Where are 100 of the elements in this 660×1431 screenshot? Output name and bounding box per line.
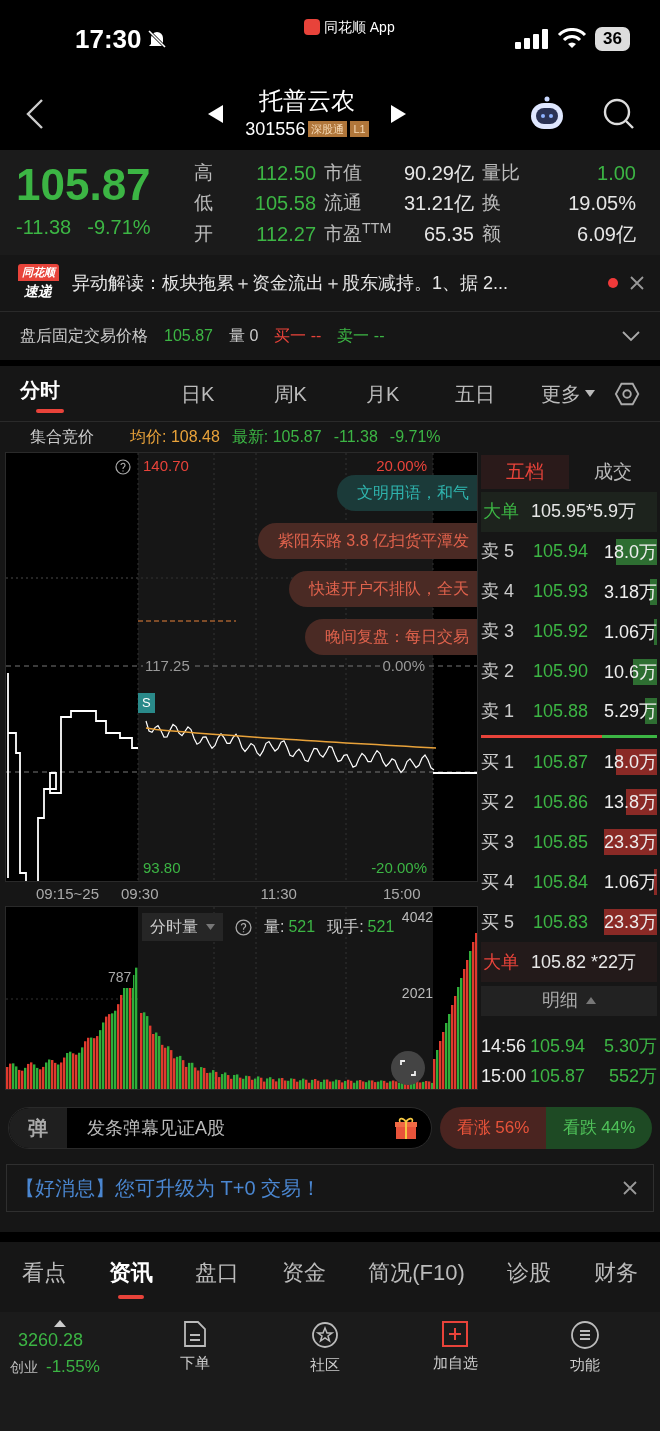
stat-value: 6.09亿: [576, 221, 637, 247]
stock-name: 托普云农: [259, 85, 355, 116]
chart-tab[interactable]: 五日: [428, 365, 522, 422]
index-change: -1.55%: [46, 1356, 100, 1378]
volume-value: 521: [288, 917, 316, 937]
last-price: 105.87: [16, 159, 152, 211]
level-volume: 23.3万: [603, 829, 657, 856]
section-tab[interactable]: 财务: [593, 1255, 638, 1299]
level-volume: 10.6万: [603, 658, 657, 685]
stat-value: 1.00: [596, 161, 637, 186]
level-price: 105.86: [533, 790, 590, 814]
chart-tab[interactable]: 日K: [151, 365, 244, 422]
auction-label: 集合竞价: [30, 427, 94, 447]
comment-bubble: 快速开户不排队，全天: [289, 571, 477, 607]
level-label: 买 1: [481, 750, 515, 774]
battery-icon: 36: [595, 27, 630, 51]
comment-field[interactable]: 弹 发条弹幕见证A股: [8, 1107, 432, 1149]
nav-item[interactable]: 社区: [260, 1320, 390, 1377]
stock-code: 301556: [245, 117, 306, 141]
axis-label: 93.80: [143, 857, 181, 878]
level-price: 105.93: [533, 580, 590, 604]
stat-label: 高: [194, 161, 214, 185]
level-price: 105.90: [533, 660, 590, 684]
big-order-label: 大单: [482, 950, 520, 974]
section-tab[interactable]: 资讯: [108, 1255, 153, 1299]
level-price: 105.88: [533, 700, 590, 723]
bullish-button[interactable]: 看涨 56%: [440, 1107, 546, 1149]
chart-tab[interactable]: 月K: [336, 365, 429, 422]
stat-value: 65.35: [422, 221, 475, 247]
level-volume: 18.0万: [603, 538, 657, 565]
level-volume: 1.06万: [603, 869, 657, 896]
comment-bubble: 晚间复盘：每日交易: [305, 619, 477, 655]
trade-price: 105.94: [530, 1035, 586, 1059]
stat-label: 市值: [324, 161, 363, 185]
axis-label: 2021: [401, 984, 433, 1003]
level-price: 105.94: [533, 540, 590, 564]
nav-item[interactable]: 加自选: [390, 1320, 520, 1375]
time-label: 11:30: [260, 883, 297, 904]
section-tab[interactable]: 简况(F10): [368, 1255, 465, 1299]
trade-volume: 552万: [608, 1065, 657, 1089]
stat-label: 流通: [324, 191, 363, 216]
stat-value: 90.29亿: [402, 161, 475, 186]
stat-label: 量比: [482, 161, 521, 185]
level-price: 105.87: [533, 750, 590, 774]
stock-tag: L1: [350, 120, 369, 138]
time-label: 09:30: [121, 883, 159, 904]
stat-value: 105.58: [253, 191, 317, 217]
level-label: 卖 1: [481, 700, 515, 723]
danmaku-toggle[interactable]: 弹: [9, 1108, 67, 1148]
nav-item[interactable]: 下单: [130, 1320, 260, 1375]
stat-label: 额: [482, 221, 502, 246]
chart-tab[interactable]: 更多: [521, 365, 614, 422]
comment-bubble: 文明用语，和气: [337, 475, 477, 511]
latest-change-percent: -9.71%: [389, 427, 441, 447]
sell-marker: S: [138, 693, 155, 713]
level-volume: 13.8万: [603, 789, 657, 816]
stat-label: 换: [482, 191, 502, 216]
time-label: 09:15~25: [36, 883, 99, 904]
level-label: 买 3: [481, 830, 515, 854]
section-tab[interactable]: 资金: [281, 1255, 326, 1299]
level-label: 卖 5: [481, 540, 515, 564]
stat-label: 低: [194, 191, 214, 216]
level-label: 卖 3: [481, 620, 515, 644]
level-label: 卖 4: [481, 580, 515, 604]
price-change-percent: -9.71%: [87, 215, 151, 240]
clock: 17:30: [75, 22, 142, 56]
section-tab[interactable]: 看点: [22, 1255, 66, 1299]
comment-bubble: 紫阳东路 3.8 亿扫货平潭发: [257, 523, 477, 559]
badge-title: 速递: [24, 281, 52, 301]
promo-banner[interactable]: 【好消息】您可升级为 T+0 交易！: [6, 1164, 654, 1212]
trade-time: 15:00: [481, 1065, 527, 1089]
chart-tab[interactable]: 分时: [20, 365, 113, 422]
bearish-button[interactable]: 看跌 44%: [546, 1107, 652, 1149]
stat-value: 112.27: [255, 221, 317, 247]
chart-tab[interactable]: 周K: [243, 365, 337, 422]
detail-button[interactable]: 明细: [481, 986, 657, 1016]
ask-one: 卖一 --: [337, 326, 385, 346]
level-volume: 5.29万: [603, 698, 657, 725]
axis-label: 140.70: [143, 456, 189, 476]
axis-label: -20.00%: [371, 857, 427, 878]
news-headline[interactable]: 异动解读：板块拖累＋资金流出＋股东减持。1、据 2...: [72, 269, 596, 297]
time-label: 15:00: [382, 883, 421, 904]
hand-label: 现手:: [327, 917, 364, 937]
level-volume: 23.3万: [603, 909, 657, 936]
axis-label: 20.00%: [376, 456, 427, 476]
level-volume: 1.06万: [603, 618, 657, 645]
promo-text: 【好消息】您可升级为 T+0 交易！: [15, 1176, 323, 1201]
order-book-tab[interactable]: 五档: [481, 454, 569, 489]
latest-price: 最新: 105.87: [231, 427, 322, 447]
level-price: 105.84: [533, 870, 590, 894]
level-label: 买 2: [481, 790, 515, 814]
latest-change: -11.38: [333, 427, 378, 447]
section-tab[interactable]: 盘口: [195, 1255, 240, 1299]
nav-item[interactable]: 功能: [520, 1320, 650, 1377]
volume-type-dropdown[interactable]: 分时量: [142, 913, 223, 941]
stat-value: 112.50: [255, 161, 317, 186]
after-hours-volume: 量 0: [228, 326, 259, 346]
section-tab[interactable]: 诊股: [507, 1255, 552, 1299]
stat-value: 31.21亿: [402, 191, 475, 217]
order-book-tab[interactable]: 成交: [569, 454, 657, 489]
